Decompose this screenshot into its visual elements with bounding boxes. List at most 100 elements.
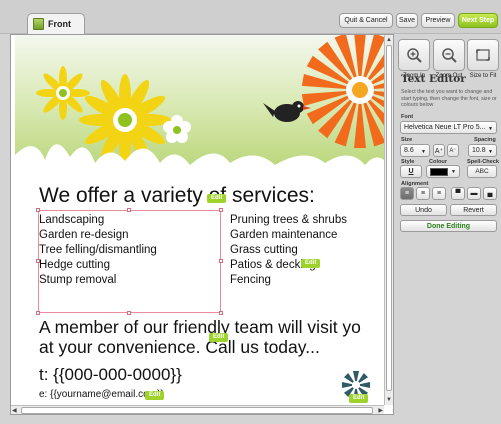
resize-handle[interactable] (36, 208, 40, 212)
edit-badge[interactable]: Edit (209, 333, 229, 342)
chevron-down-icon: ▼ (488, 126, 493, 132)
underline-icon: U (408, 168, 414, 175)
edit-badge[interactable]: Edit (349, 394, 369, 403)
colour-swatch (430, 167, 448, 176)
spacing-select[interactable]: 10.8 ▼ (468, 144, 497, 157)
phone-text[interactable]: t: {{000-000-0000}} (39, 365, 182, 385)
vertical-scroll-thumb[interactable] (386, 45, 392, 391)
list-item: Hedge cutting (39, 259, 110, 271)
align-center-button[interactable]: ≡ (416, 187, 430, 200)
list-item: Fencing (230, 274, 271, 286)
list-item: Stump removal (39, 274, 117, 286)
size-to-fit-button[interactable] (467, 39, 499, 71)
font-decrease-icon: A⁻ (449, 148, 457, 154)
text-editor-description: Select the text you want to change and s… (401, 89, 497, 108)
underline-button[interactable]: U (400, 165, 422, 178)
resize-handle[interactable] (219, 311, 223, 315)
valign-bottom-button[interactable]: ▄ (483, 187, 497, 200)
scroll-right-icon[interactable]: ▶ (378, 407, 383, 414)
horizontal-scrollbar[interactable]: ◀ ▶ (11, 405, 384, 414)
edit-badge[interactable]: Edit (301, 259, 321, 268)
resize-handle[interactable] (127, 208, 131, 212)
alignment-group: ≡ ≡ ≡ ▀ ▬ ▄ (400, 187, 497, 200)
text-editor-panel: Zoom In Zoom Out Size to Fit Text Editor… (396, 34, 501, 424)
visit-message-line: A member of our friendly team will visit… (39, 317, 361, 337)
orange-flower (301, 35, 384, 148)
list-item: Pruning trees & shrubs (230, 214, 347, 226)
edit-badge[interactable]: Edit (145, 391, 165, 400)
align-right-icon: ≡ (436, 190, 442, 197)
font-increase-icon: A⁺ (434, 147, 444, 155)
list-item: Patios & decking (230, 259, 316, 271)
resize-handle[interactable] (219, 208, 223, 212)
spacing-label: Spacing (474, 137, 496, 143)
text-editor-title: Text Editor (401, 73, 466, 85)
zoom-out-button[interactable] (433, 39, 465, 71)
services-heading[interactable]: We offer a variety of services: (39, 184, 315, 208)
tab-front[interactable]: Front (27, 13, 85, 34)
font-label: Font (401, 114, 414, 120)
valign-middle-icon: ▬ (470, 190, 478, 197)
services-right-list[interactable]: Pruning trees & shrubs Garden maintenanc… (230, 213, 347, 288)
valign-bottom-icon: ▄ (487, 190, 493, 197)
resize-handle[interactable] (36, 311, 40, 315)
align-left-button[interactable]: ≡ (400, 187, 414, 200)
flower-banner-art (15, 35, 384, 178)
list-item: Landscaping (39, 214, 105, 226)
colour-picker[interactable]: ▼ (426, 165, 460, 178)
resize-handle[interactable] (219, 259, 223, 263)
font-select[interactable]: Helvetica Neue LT Pro 5... ▼ (400, 121, 497, 134)
size-select[interactable]: 8.6 ▼ (400, 144, 430, 157)
revert-button[interactable]: Revert (450, 204, 497, 216)
increase-font-button[interactable]: A⁺ (433, 144, 445, 157)
scroll-left-icon[interactable]: ◀ (12, 407, 17, 414)
page-icon (33, 18, 44, 30)
zoom-out-icon (442, 48, 457, 63)
list-item: Garden maintenance (230, 229, 338, 241)
horizontal-scroll-thumb[interactable] (21, 407, 373, 414)
chevron-down-icon: ▼ (421, 149, 426, 155)
font-value: Helvetica Neue LT Pro 5... (404, 124, 486, 131)
list-item: Garden re-design (39, 229, 129, 241)
align-left-icon: ≡ (404, 190, 410, 197)
edit-badge[interactable]: Edit (207, 194, 227, 203)
yellow-flower-large (79, 74, 171, 166)
preview-button[interactable]: Preview (421, 13, 455, 28)
tab-front-label: Front (48, 19, 71, 29)
valign-top-icon: ▀ (455, 190, 461, 197)
zoom-in-icon (407, 48, 422, 63)
valign-top-button[interactable]: ▀ (451, 187, 465, 200)
canvas-content: We offer a variety of services: Edit Lan… (11, 35, 384, 405)
grass-silhouette (15, 144, 384, 178)
size-to-fit-label: Size to Fit (469, 73, 497, 79)
list-item: Tree felling/dismantling (39, 244, 157, 256)
valign-middle-button[interactable]: ▬ (467, 187, 481, 200)
align-center-icon: ≡ (420, 190, 426, 197)
scroll-down-icon[interactable]: ▼ (386, 396, 392, 404)
design-canvas[interactable]: We offer a variety of services: Edit Lan… (10, 34, 394, 415)
save-button[interactable]: Save (396, 13, 418, 28)
next-step-button[interactable]: Next Step (458, 13, 498, 28)
align-right-button[interactable]: ≡ (432, 187, 446, 200)
top-toolbar: Front Quit & Cancel Save Preview Next St… (0, 0, 501, 34)
services-left-list[interactable]: Landscaping Garden re-design Tree fellin… (39, 213, 157, 288)
spacing-value: 10.8 (472, 147, 486, 154)
undo-button[interactable]: Undo (400, 204, 447, 216)
flower-banner-image (15, 35, 384, 178)
list-item: Grass cutting (230, 244, 298, 256)
chevron-down-icon: ▼ (451, 169, 456, 175)
spell-check-button[interactable]: ABC (467, 165, 497, 178)
scroll-up-icon[interactable]: ▲ (386, 36, 392, 44)
visit-message[interactable]: A member of our friendly team will visit… (39, 317, 361, 357)
zoom-in-button[interactable] (398, 39, 430, 71)
size-value: 8.6 (404, 147, 414, 154)
chevron-down-icon: ▼ (488, 149, 493, 155)
yellow-flower-small (36, 66, 90, 120)
quit-cancel-button[interactable]: Quit & Cancel (339, 13, 393, 28)
decrease-font-button[interactable]: A⁻ (447, 144, 459, 157)
fit-screen-icon (476, 49, 490, 61)
visit-message-line: at your convenience. Call us today... (39, 337, 320, 357)
resize-handle[interactable] (127, 311, 131, 315)
done-editing-button[interactable]: Done Editing (400, 220, 497, 232)
vertical-scrollbar[interactable]: ▲ ▼ (384, 35, 393, 405)
